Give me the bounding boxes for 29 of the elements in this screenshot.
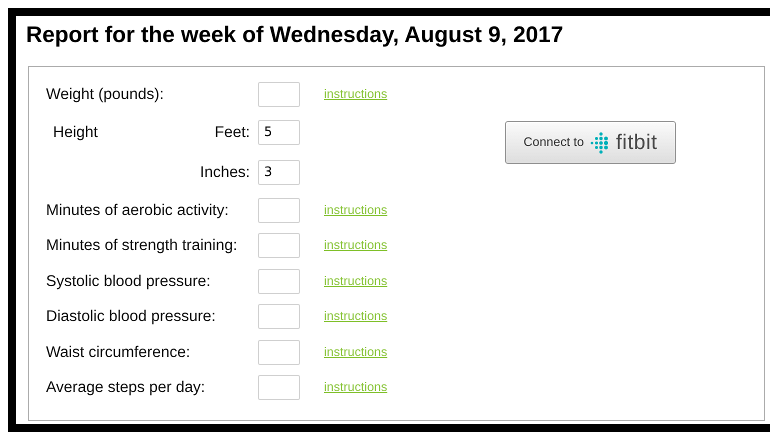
input-field[interactable] [258, 198, 300, 223]
dots-logo-icon [590, 132, 610, 154]
field-label: Minutes of aerobic activity: [46, 200, 229, 221]
field-label: Systolic blood pressure: [46, 272, 211, 292]
field-label: Waist circumference: [46, 342, 190, 363]
input-field[interactable]: 5 [258, 120, 300, 145]
field-label: Diastolic blood pressure: [46, 307, 216, 328]
page-title: Report for the week of Wednesday, August 9, 2017 [25, 21, 564, 48]
field-label: Weight (pounds): [46, 85, 164, 106]
input-field[interactable] [258, 340, 300, 365]
input-field[interactable] [258, 233, 300, 258]
input-field[interactable] [258, 304, 300, 330]
input-field[interactable] [258, 82, 300, 108]
instructions-link[interactable]: instructions [324, 307, 388, 326]
instructions-link[interactable]: instructions [324, 200, 388, 220]
connect-button[interactable]: Connect to fitbit [505, 121, 676, 164]
instructions-link[interactable]: instructions [324, 85, 388, 104]
instructions-link[interactable]: instructions [324, 272, 388, 291]
instructions-link[interactable]: instructions [324, 342, 388, 362]
field-label: Minutes of strength training: [46, 236, 238, 256]
input-field[interactable] [258, 268, 300, 294]
field-label: Inches: [200, 162, 251, 183]
field-label: Height [52, 122, 98, 143]
instructions-link[interactable]: instructions [324, 378, 388, 398]
instructions-link[interactable]: instructions [324, 236, 388, 256]
field-label: Feet: [214, 122, 251, 143]
field-label: Average steps per day: [46, 378, 206, 398]
input-field[interactable]: 3 [258, 160, 300, 185]
input-field[interactable] [258, 375, 300, 400]
